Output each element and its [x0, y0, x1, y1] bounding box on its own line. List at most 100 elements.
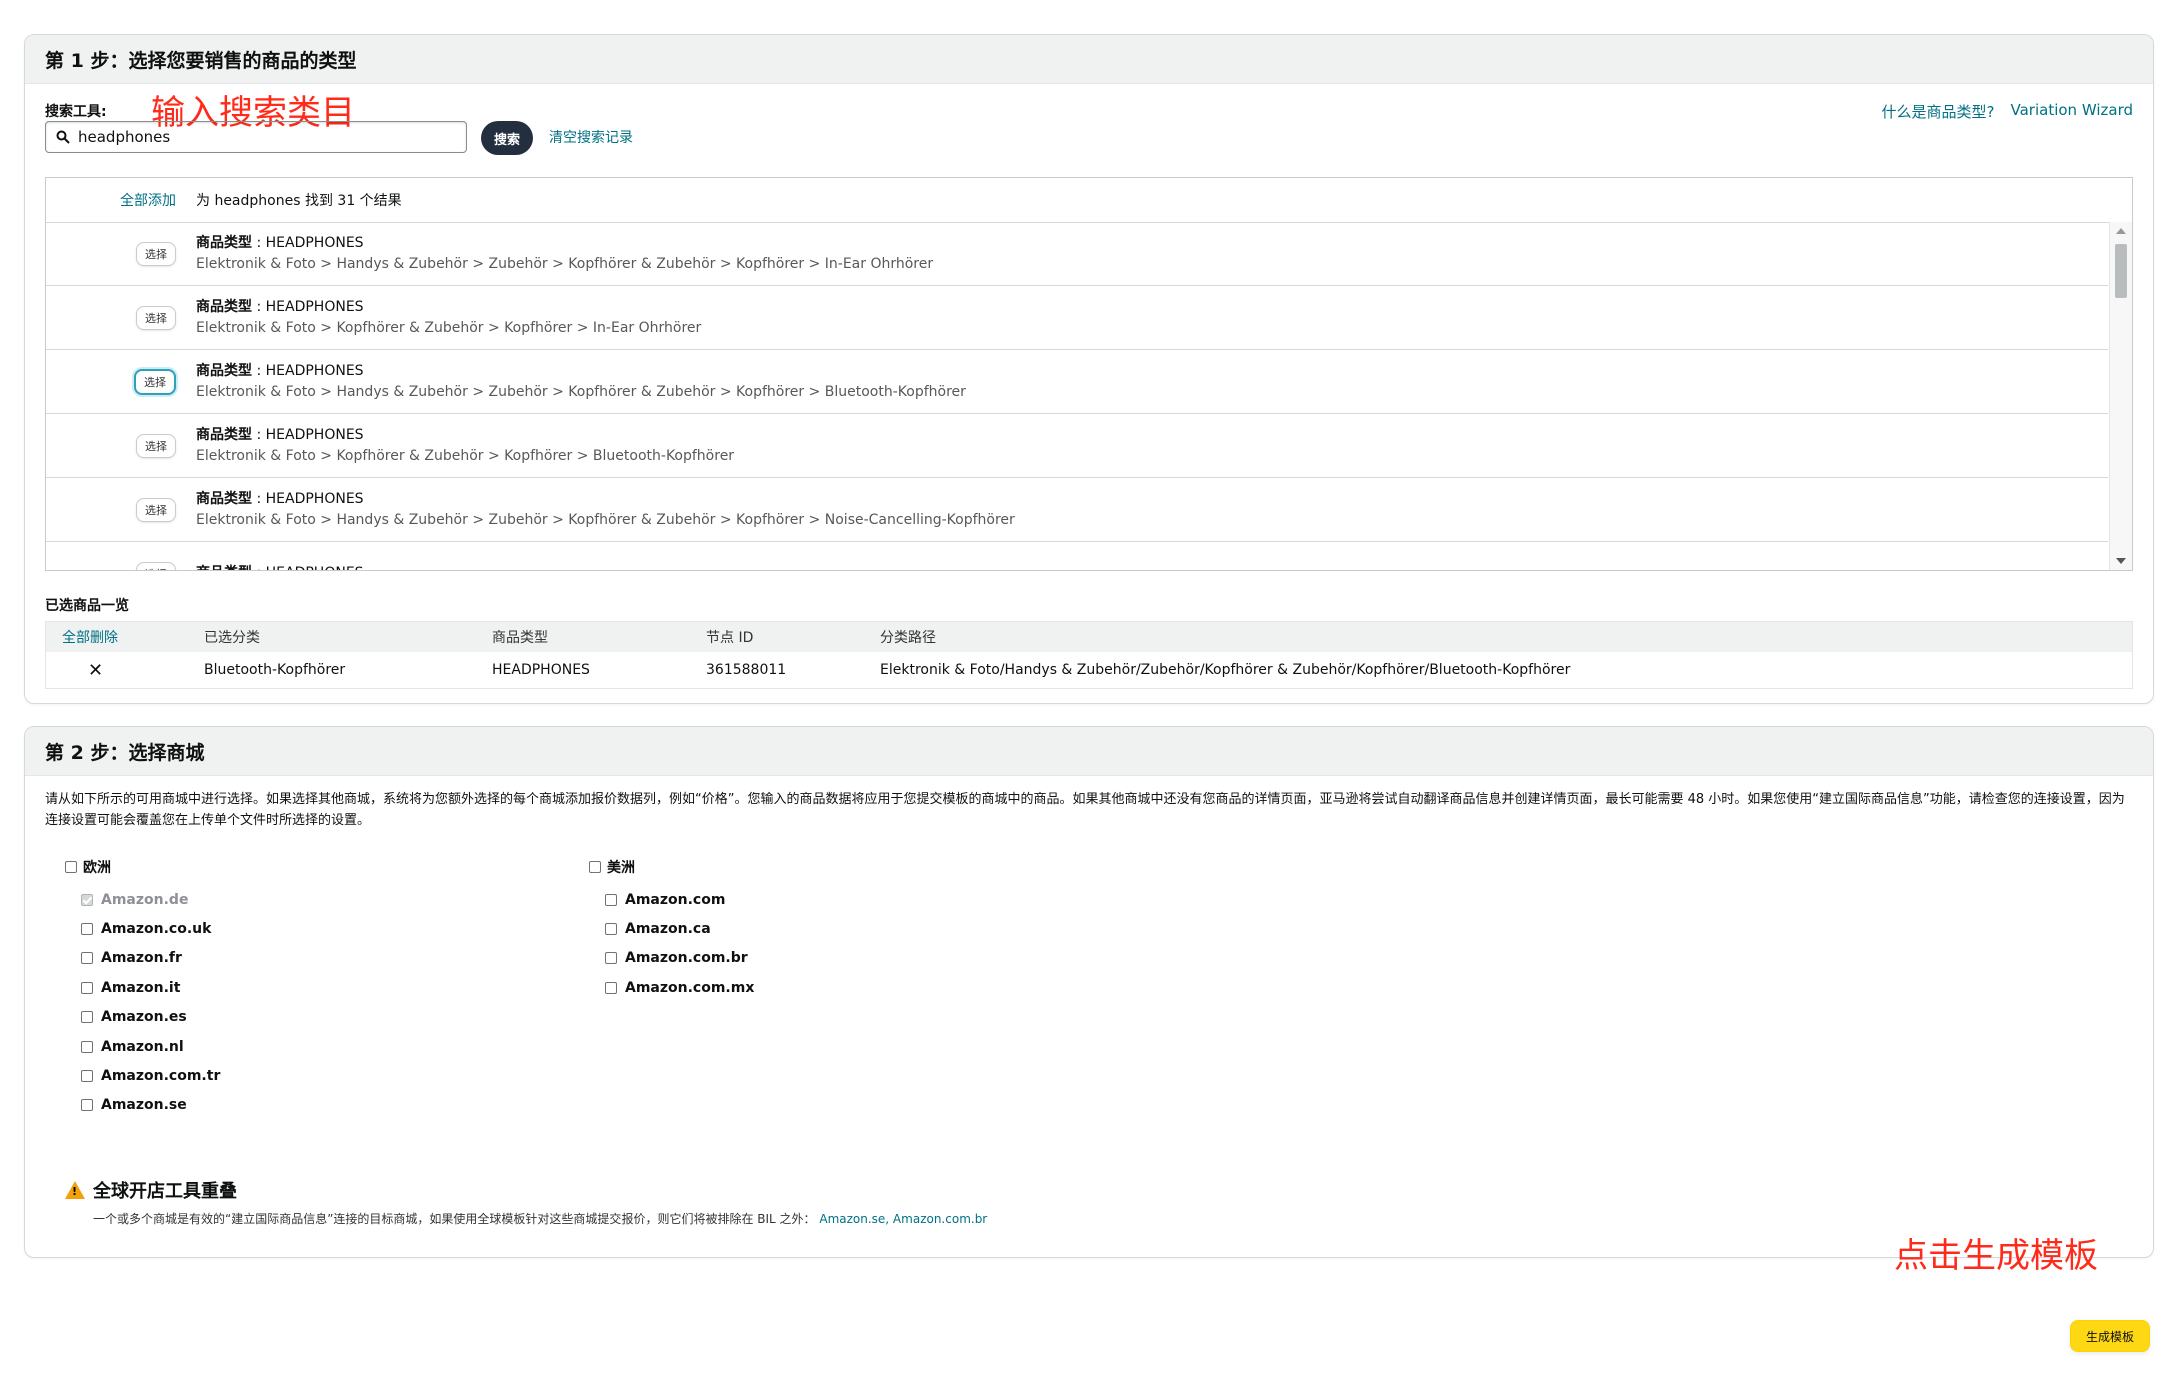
market-amazon-com[interactable]: Amazon.com — [605, 885, 754, 914]
warning-text: 一个或多个商城是有效的“建立国际商品信息”连接的目标商城，如果使用全球模板针对这… — [93, 1212, 816, 1226]
product-type-value: HEADPHONES — [265, 362, 364, 379]
scrollbar-thumb[interactable] — [2115, 244, 2127, 298]
selected-products-table: 全部删除 已选分类 商品类型 节点 ID 分类路径 ✕ Bluetooth-Ko… — [45, 621, 2133, 689]
header-category: 已选分类 — [204, 630, 260, 646]
selected-table-header: 全部删除 已选分类 商品类型 节点 ID 分类路径 — [46, 622, 2132, 652]
warning-title: 全球开店工具重叠 — [93, 1181, 237, 1202]
search-input[interactable] — [76, 127, 450, 147]
step2-title: 第 2 步：选择商城 — [25, 727, 2153, 776]
checkbox-icon[interactable] — [81, 952, 93, 965]
checkbox-icon[interactable] — [605, 893, 617, 906]
header-product-type: 商品类型 — [492, 630, 548, 646]
market-amazon-de: Amazon.de — [81, 885, 220, 914]
search-button[interactable]: 搜索 — [481, 121, 533, 155]
product-type-key: 商品类型 — [196, 362, 252, 379]
select-button[interactable]: 选择 — [136, 497, 176, 522]
region-europe-label: 欧洲 — [83, 860, 111, 876]
checkbox-icon[interactable] — [605, 952, 617, 965]
market-amazon-fr[interactable]: Amazon.fr — [81, 944, 220, 973]
checkbox-icon[interactable] — [81, 1040, 93, 1053]
variation-wizard-link[interactable]: Variation Wizard — [2011, 101, 2133, 122]
select-button[interactable]: 选择 — [136, 241, 176, 266]
market-label: Amazon.co.uk — [101, 921, 212, 938]
region-america[interactable]: 美洲 — [589, 857, 635, 877]
select-button[interactable]: 选择 — [134, 368, 176, 395]
selected-products-title: 已选商品一览 — [45, 598, 129, 614]
selected-category: Bluetooth-Kopfhörer — [204, 662, 346, 678]
checkbox-icon[interactable] — [81, 1011, 93, 1024]
result-row: 选择 商品类型 : HEADPHONES — [46, 542, 2108, 570]
scroll-up-icon[interactable] — [2116, 228, 2126, 234]
result-row: 选择 商品类型 : HEADPHONES Elektronik & Foto >… — [46, 478, 2108, 542]
product-type-value: HEADPHONES — [265, 234, 364, 251]
product-type-value: HEADPHONES — [265, 298, 364, 315]
region-europe[interactable]: 欧洲 — [65, 857, 111, 877]
results-summary: 为 headphones 找到 31 个结果 — [196, 193, 402, 209]
checkbox-europe[interactable] — [65, 861, 77, 873]
step1-title: 第 1 步：选择您要销售的商品的类型 — [25, 35, 2153, 84]
market-label: Amazon.nl — [101, 1038, 184, 1055]
america-market-list: Amazon.com Amazon.ca Amazon.com.br Amazo… — [605, 885, 754, 1003]
market-amazon-com-mx[interactable]: Amazon.com.mx — [605, 973, 754, 1002]
delete-all-link[interactable]: 全部删除 — [46, 627, 204, 647]
market-label: Amazon.es — [101, 1009, 187, 1026]
market-label: Amazon.it — [101, 979, 181, 996]
market-label: Amazon.fr — [101, 950, 182, 967]
header-category-path: 分类路径 — [880, 630, 936, 646]
category-path: Elektronik & Foto > Handys & Zubehör > Z… — [196, 255, 934, 272]
market-amazon-nl[interactable]: Amazon.nl — [81, 1032, 220, 1061]
checkbox-icon[interactable] — [81, 1099, 93, 1112]
clear-history-link[interactable]: 清空搜索记录 — [549, 127, 633, 147]
product-type-value: HEADPHONES — [265, 426, 364, 443]
checkbox-icon[interactable] — [81, 981, 93, 994]
market-amazon-ca[interactable]: Amazon.ca — [605, 914, 754, 943]
result-row: 选择 商品类型 : HEADPHONES Elektronik & Foto >… — [46, 222, 2108, 286]
warning-heading: ! 全球开店工具重叠 — [65, 1177, 237, 1203]
market-label: Amazon.com — [625, 891, 726, 908]
market-amazon-it[interactable]: Amazon.it — [81, 973, 220, 1002]
market-amazon-es[interactable]: Amazon.es — [81, 1003, 220, 1032]
header-node-id: 节点 ID — [706, 630, 754, 646]
select-button[interactable]: 选择 — [136, 433, 176, 458]
result-row: 选择 商品类型 : HEADPHONES Elektronik & Foto >… — [46, 286, 2108, 350]
market-amazon-com-tr[interactable]: Amazon.com.tr — [81, 1061, 220, 1090]
category-path: Elektronik & Foto > Handys & Zubehör > Z… — [196, 383, 966, 400]
marketplace-description: 请从如下所示的可用商城中进行选择。如果选择其他商城，系统将为您额外选择的每个商城… — [45, 792, 2125, 828]
checkbox-america[interactable] — [589, 861, 601, 873]
market-amazon-se[interactable]: Amazon.se — [81, 1091, 220, 1120]
product-type-value: HEADPHONES — [265, 490, 364, 507]
add-all-link[interactable]: 全部添加 — [46, 190, 196, 210]
market-amazon-co-uk[interactable]: Amazon.co.uk — [81, 914, 220, 943]
market-label: Amazon.com.br — [625, 950, 748, 967]
search-tool-label: 搜索工具: — [45, 104, 107, 120]
select-button[interactable]: 选择 — [136, 305, 176, 330]
product-type-key: 商品类型 — [196, 426, 252, 443]
results-list: 选择 商品类型 : HEADPHONES Elektronik & Foto >… — [46, 222, 2108, 570]
selected-product-type: HEADPHONES — [492, 662, 590, 678]
selected-category-path: Elektronik & Foto/Handys & Zubehör/Zubeh… — [880, 662, 1571, 678]
market-amazon-com-br[interactable]: Amazon.com.br — [605, 944, 754, 973]
checkbox-icon[interactable] — [81, 923, 93, 936]
search-field[interactable] — [45, 121, 467, 153]
market-label: Amazon.de — [101, 891, 189, 908]
remove-icon[interactable]: ✕ — [46, 660, 204, 681]
select-button[interactable]: 选择 — [136, 561, 176, 570]
checkbox-icon[interactable] — [605, 923, 617, 936]
search-icon — [56, 130, 70, 144]
generate-template-button[interactable]: 生成模板 — [2070, 1320, 2150, 1352]
result-row: 选择 商品类型 : HEADPHONES Elektronik & Foto >… — [46, 350, 2108, 414]
table-row: ✕ Bluetooth-Kopfhörer HEADPHONES 3615880… — [46, 652, 2132, 688]
scroll-down-icon[interactable] — [2116, 558, 2126, 564]
step1-panel: 第 1 步：选择您要销售的商品的类型 搜索工具: 输入搜索类目 搜索 清空搜索记… — [24, 34, 2154, 704]
what-is-product-type-link[interactable]: 什么是商品类型? — [1882, 101, 1995, 122]
checkbox-icon[interactable] — [81, 1070, 93, 1083]
results-scrollbar[interactable] — [2109, 222, 2132, 570]
checkbox-icon[interactable] — [605, 981, 617, 994]
warning-market-links[interactable]: Amazon.se, Amazon.com.br — [819, 1212, 987, 1226]
result-row: 选择 商品类型 : HEADPHONES Elektronik & Foto >… — [46, 414, 2108, 478]
warning-icon: ! — [65, 1181, 85, 1199]
product-type-key: 商品类型 — [196, 565, 252, 570]
category-path: Elektronik & Foto > Kopfhörer & Zubehör … — [196, 319, 702, 336]
search-results: 全部添加 为 headphones 找到 31 个结果 选择 商品类型 : HE… — [45, 177, 2133, 571]
selected-node-id: 361588011 — [706, 662, 787, 678]
